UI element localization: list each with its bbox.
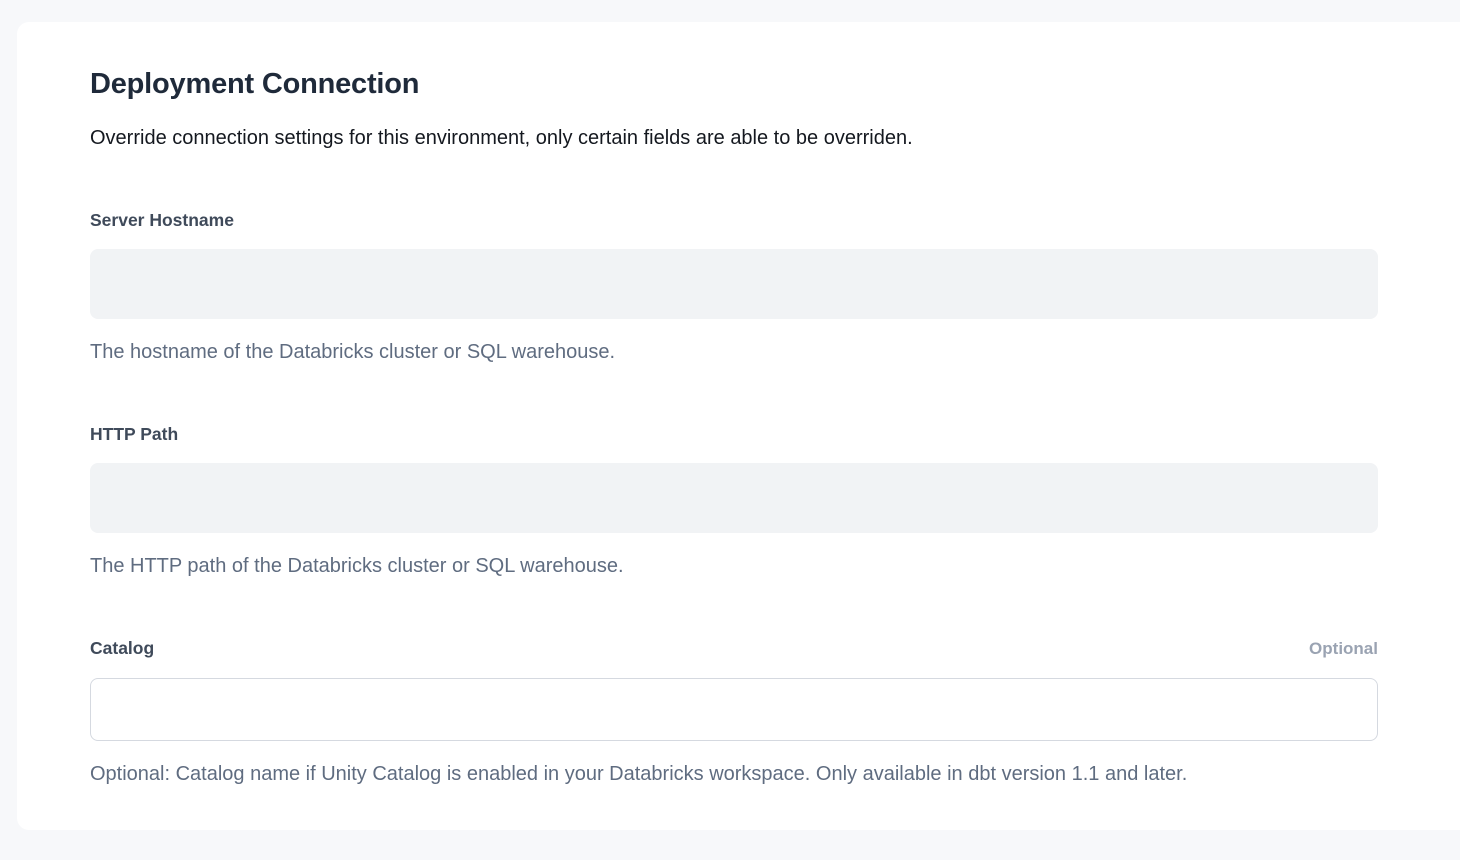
deployment-connection-card: Deployment Connection Override connectio… bbox=[17, 22, 1460, 830]
label-row: HTTP Path bbox=[90, 423, 1378, 445]
card-content: Deployment Connection Override connectio… bbox=[17, 22, 1378, 787]
field-group-http-path: HTTP Path The HTTP path of the Databrick… bbox=[90, 423, 1378, 579]
server-hostname-label: Server Hostname bbox=[90, 209, 234, 231]
page-subtitle: Override connection settings for this en… bbox=[90, 125, 1378, 151]
page-title: Deployment Connection bbox=[90, 66, 1378, 102]
catalog-optional-badge: Optional bbox=[1309, 638, 1378, 660]
label-row: Server Hostname bbox=[90, 209, 1378, 231]
field-group-server-hostname: Server Hostname The hostname of the Data… bbox=[90, 209, 1378, 365]
http-path-input bbox=[90, 463, 1378, 533]
server-hostname-helper: The hostname of the Databricks cluster o… bbox=[90, 340, 1378, 365]
field-group-catalog: Catalog Optional Optional: Catalog name … bbox=[90, 637, 1378, 787]
catalog-label: Catalog bbox=[90, 637, 154, 659]
label-row: Catalog Optional bbox=[90, 637, 1378, 660]
server-hostname-input bbox=[90, 249, 1378, 319]
http-path-label: HTTP Path bbox=[90, 423, 178, 445]
catalog-helper: Optional: Catalog name if Unity Catalog … bbox=[90, 762, 1378, 787]
catalog-input[interactable] bbox=[90, 678, 1378, 741]
http-path-helper: The HTTP path of the Databricks cluster … bbox=[90, 554, 1378, 579]
